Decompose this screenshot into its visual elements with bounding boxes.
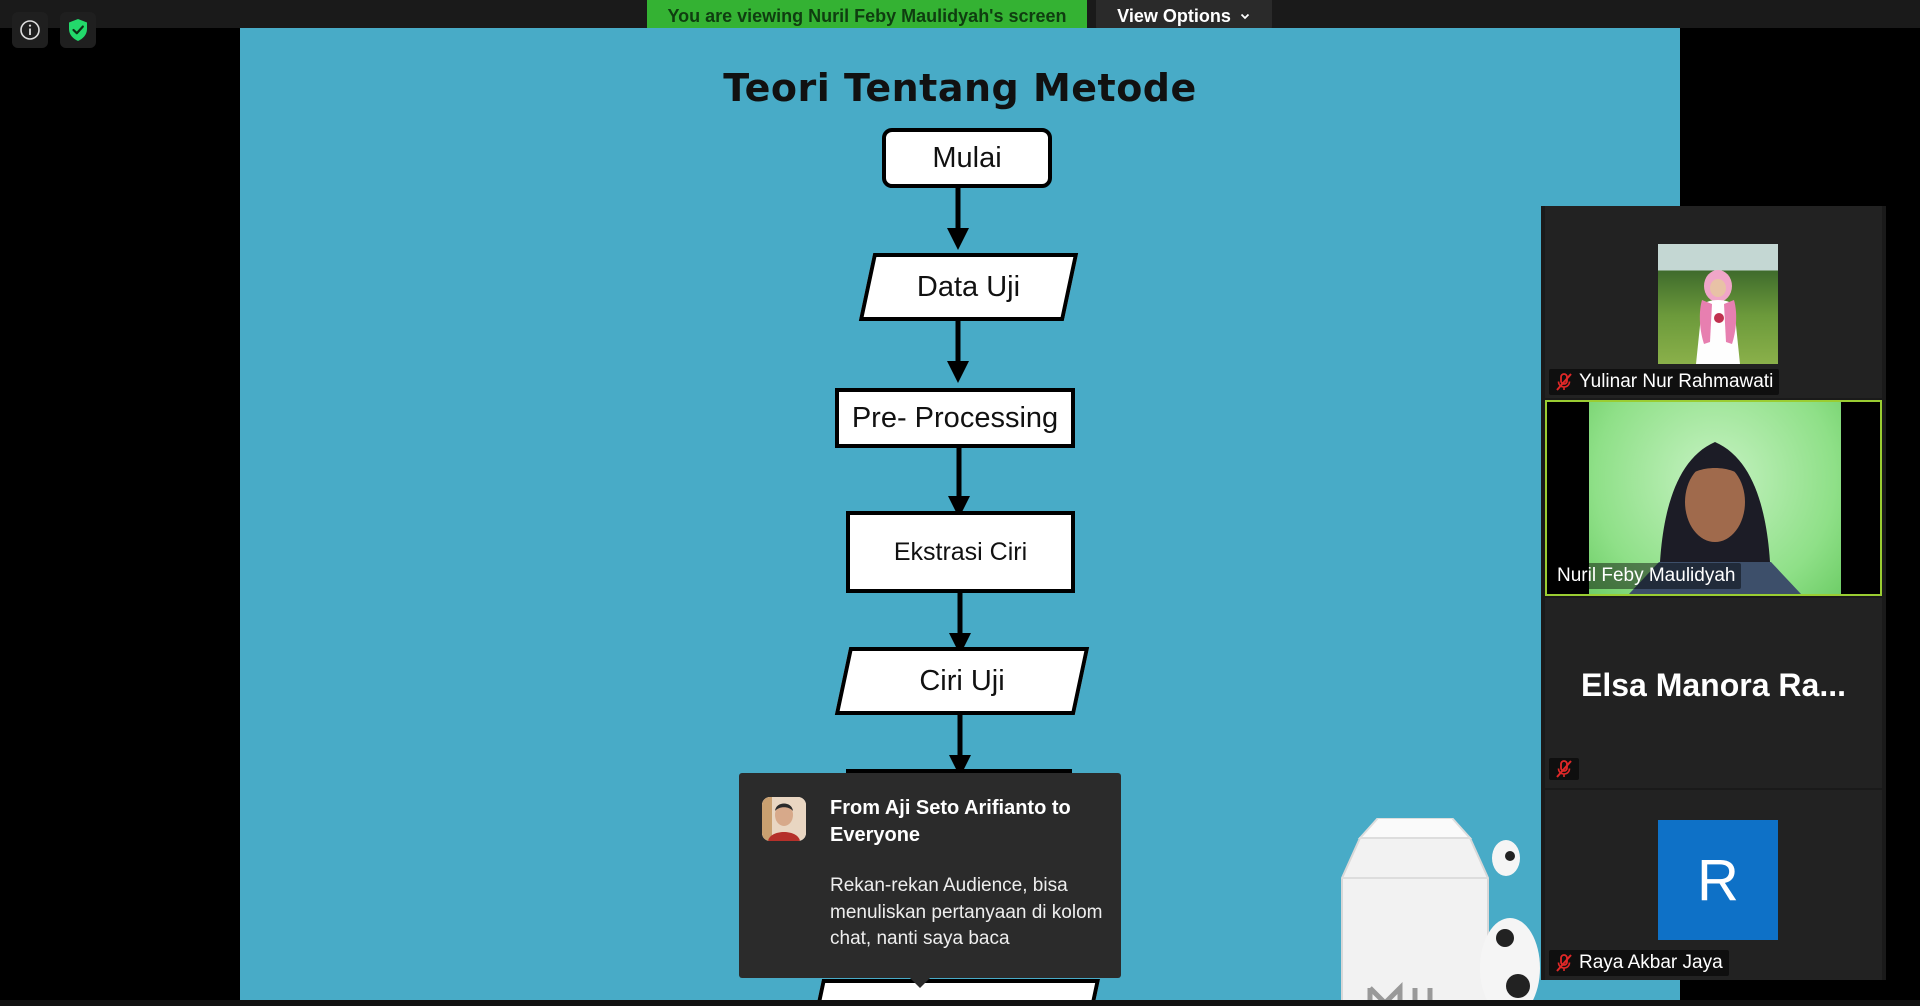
participant-video: [1658, 244, 1778, 364]
flowchart-step-test-features: Ciri Uji: [842, 647, 1082, 715]
flowchart-step-label: Ciri Uji: [919, 664, 1005, 697]
meeting-info-button[interactable]: [12, 12, 48, 48]
security-button[interactable]: [60, 12, 96, 48]
participant-tile[interactable]: R Raya Akbar Jaya: [1545, 790, 1882, 980]
participant-name-tag: Nuril Feby Maulidyah: [1551, 563, 1742, 589]
info-icon: [20, 20, 40, 40]
flowchart-step-input-data: Data Uji: [866, 253, 1071, 321]
flowchart-step-label: Pre- Processing: [851, 401, 1059, 434]
participant-tile-active-speaker[interactable]: Nuril Feby Maulidyah: [1545, 400, 1882, 596]
flowchart-arrow: [947, 188, 969, 250]
participant-name-tag: Raya Akbar Jaya: [1549, 950, 1729, 976]
slide-title: Teori Tentang Metode: [723, 66, 1197, 110]
participant-gallery: Yulinar Nur Rahmawati Nuril Feby Maulidy…: [1541, 206, 1886, 980]
shield-check-icon: [69, 19, 87, 41]
chat-notification[interactable]: From Aji Seto Arifianto to Everyone Reka…: [739, 773, 1121, 988]
flowchart-step-label: Ekstrasi Ciri: [893, 537, 1028, 566]
muted-mic-icon: [1556, 954, 1572, 972]
flowchart-step-feature-extraction: Ekstrasi Ciri: [846, 511, 1075, 593]
flowchart-step-preprocessing: Pre- Processing: [835, 388, 1075, 448]
flowchart-step-start: Mulai: [882, 128, 1052, 188]
view-options-label: View Options: [1117, 5, 1231, 26]
participant-display-name: Elsa Manora Ra...: [1581, 667, 1846, 703]
flowchart-step-label: Data Uji: [916, 270, 1021, 303]
milk-carton-illustration: [1341, 818, 1540, 1001]
flowchart-step-partial-bottom: [813, 979, 1101, 1001]
flowchart-arrow: [947, 321, 969, 383]
flowchart-arrow: [948, 448, 970, 518]
participant-tile[interactable]: Yulinar Nur Rahmawati: [1545, 206, 1882, 398]
chat-message: Rekan-rekan Audience, bisa menuliskan pe…: [830, 875, 1103, 949]
bottom-toolbar-edge: [0, 1000, 1920, 1006]
sender-photo: [762, 797, 806, 841]
avatar-letter: R: [1697, 847, 1739, 913]
participant-name: Raya Akbar Jaya: [1579, 952, 1723, 973]
participant-name: Nuril Feby Maulidyah: [1557, 565, 1736, 586]
chat-sender: From Aji Seto Arifianto to Everyone: [830, 797, 1071, 846]
chevron-down-icon: [1240, 13, 1249, 20]
participant-name-tag: Yulinar Nur Rahmawati: [1549, 369, 1780, 395]
participant-name-tag: [1549, 758, 1579, 780]
popup-caret: [909, 977, 931, 988]
sender-avatar: [762, 797, 806, 841]
muted-mic-icon: [1556, 760, 1572, 778]
participant-avatar: R: [1658, 820, 1778, 940]
flowchart-step-label: Mulai: [932, 141, 1002, 174]
participant-figure: [1696, 270, 1740, 364]
participant-name: Yulinar Nur Rahmawati: [1579, 371, 1774, 392]
muted-mic-icon: [1556, 373, 1572, 391]
participant-tile[interactable]: Elsa Manora Ra...: [1545, 598, 1882, 788]
